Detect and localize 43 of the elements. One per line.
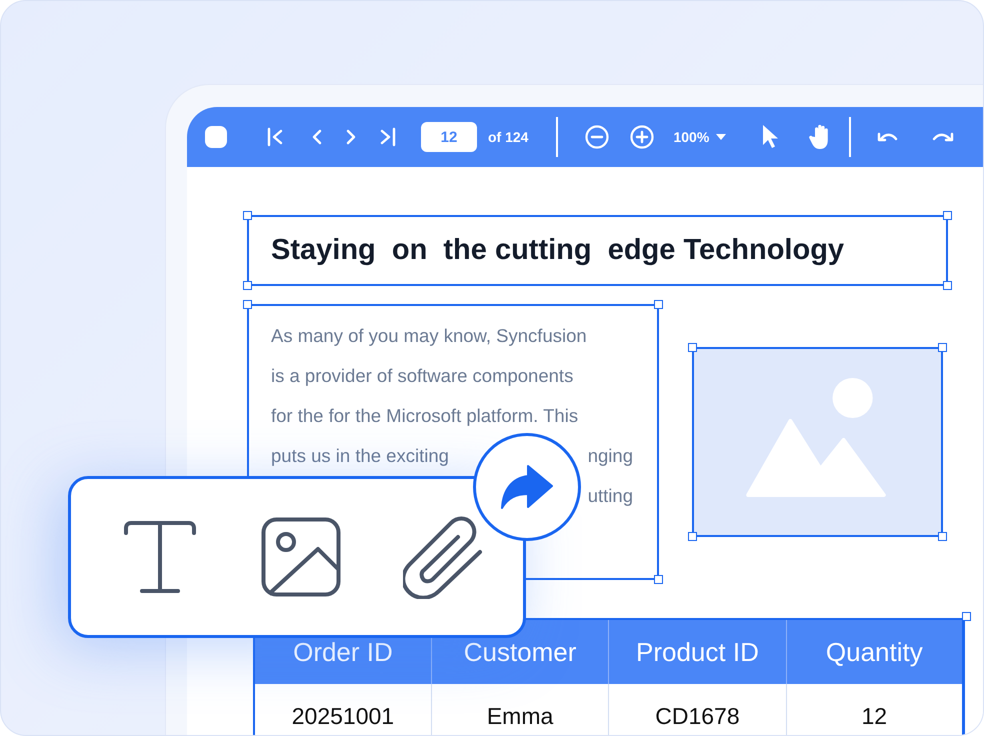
redo-icon[interactable] bbox=[931, 130, 956, 144]
paragraph-text: As many of you may know, Syncfusion bbox=[271, 325, 587, 347]
table-cell: 20251001 bbox=[254, 684, 432, 735]
previous-page-icon[interactable] bbox=[311, 129, 323, 145]
undo-icon[interactable] bbox=[877, 130, 900, 144]
page-number-field[interactable]: 12 bbox=[421, 122, 477, 152]
table-cell: Emma bbox=[431, 684, 609, 735]
paragraph-text: nging bbox=[588, 445, 633, 467]
resize-handle[interactable] bbox=[654, 575, 663, 584]
first-page-icon[interactable] bbox=[266, 127, 284, 147]
resize-handle[interactable] bbox=[943, 281, 952, 290]
resize-handle[interactable] bbox=[688, 532, 697, 541]
table-cell: 12 bbox=[786, 684, 964, 735]
share-arrow-icon bbox=[500, 464, 554, 510]
next-page-icon[interactable] bbox=[345, 129, 357, 145]
paperclip-icon[interactable] bbox=[403, 515, 483, 599]
resize-handle[interactable] bbox=[654, 300, 663, 309]
paragraph-text: utting bbox=[588, 485, 633, 507]
zoom-in-icon[interactable] bbox=[629, 124, 656, 150]
resize-handle[interactable] bbox=[243, 211, 252, 220]
zoom-dropdown[interactable]: 100% bbox=[673, 129, 728, 145]
resize-handle[interactable] bbox=[943, 211, 952, 220]
app-icon[interactable] bbox=[204, 125, 228, 149]
resize-handle[interactable] bbox=[938, 343, 947, 352]
document-title: Staying on the cutting edge Technology bbox=[271, 234, 844, 267]
page-count: of 124 bbox=[488, 129, 528, 145]
column-header: Quantity bbox=[786, 619, 964, 684]
resize-handle[interactable] bbox=[243, 281, 252, 290]
resize-handle[interactable] bbox=[938, 532, 947, 541]
caret-icon bbox=[715, 133, 728, 141]
resize-handle[interactable] bbox=[688, 343, 697, 352]
paragraph-text: is a provider of software components bbox=[271, 365, 574, 387]
zoom-out-icon[interactable] bbox=[584, 124, 610, 150]
last-page-icon[interactable] bbox=[379, 127, 397, 147]
table-cell: CD1678 bbox=[608, 684, 786, 735]
paragraph-text: puts us in the exciting bbox=[271, 445, 449, 467]
resize-handle[interactable] bbox=[962, 612, 971, 621]
paragraph-text: for the for the Microsoft platform. This bbox=[271, 405, 578, 427]
column-header: Product ID bbox=[608, 619, 786, 684]
image-tool-icon[interactable] bbox=[261, 517, 341, 597]
resize-handle[interactable] bbox=[243, 300, 252, 309]
pointer-icon[interactable] bbox=[761, 124, 780, 150]
text-tool-icon[interactable] bbox=[123, 519, 197, 595]
